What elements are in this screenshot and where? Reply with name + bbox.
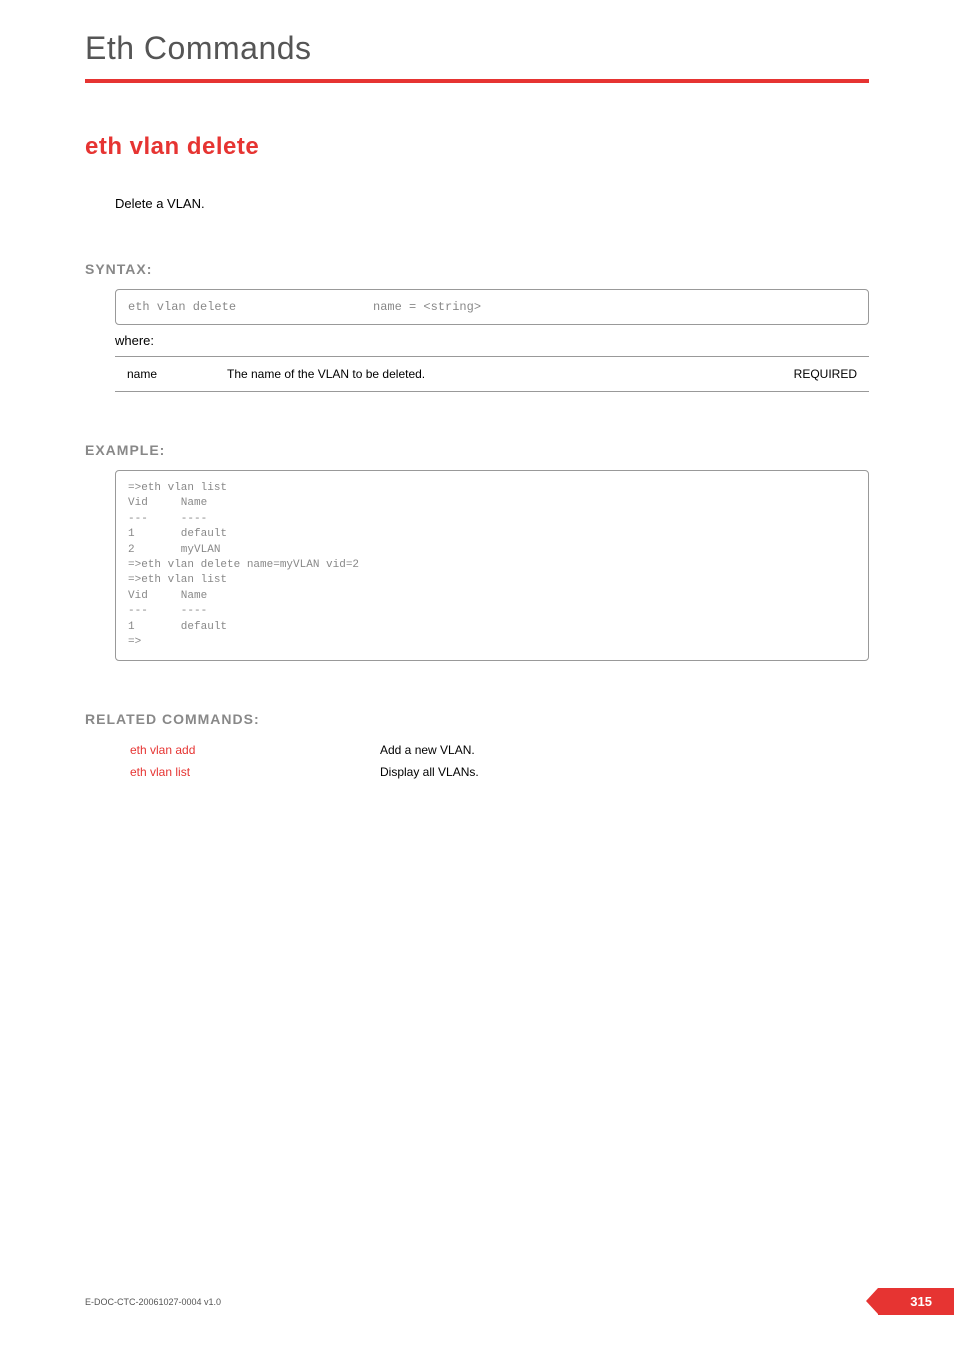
related-table: eth vlan add Add a new VLAN. eth vlan li… <box>130 739 479 783</box>
example-heading: EXAMPLE: <box>85 442 869 458</box>
related-description: Display all VLANs. <box>380 761 479 783</box>
command-description: Delete a VLAN. <box>115 196 869 211</box>
where-label: where: <box>115 333 869 348</box>
param-required: REQUIRED <box>769 357 869 392</box>
param-name: name <box>115 357 215 392</box>
param-table: name The name of the VLAN to be deleted.… <box>115 356 869 392</box>
related-command: eth vlan add <box>130 739 380 761</box>
footer-doc-id: E-DOC-CTC-20061027-0004 v1.0 <box>85 1297 221 1307</box>
syntax-command: eth vlan delete <box>128 300 373 314</box>
syntax-box: eth vlan delete name = <string> <box>115 289 869 325</box>
header-rule <box>85 79 869 83</box>
footer: E-DOC-CTC-20061027-0004 v1.0 315 <box>0 1288 954 1315</box>
example-box: =>eth vlan list Vid Name --- ---- 1 defa… <box>115 470 869 661</box>
table-row: eth vlan add Add a new VLAN. <box>130 739 479 761</box>
related-command: eth vlan list <box>130 761 380 783</box>
syntax-heading: SYNTAX: <box>85 261 869 277</box>
related-description: Add a new VLAN. <box>380 739 479 761</box>
syntax-args: name = <string> <box>373 300 481 314</box>
header-title: Eth Commands <box>85 30 869 67</box>
table-row: name The name of the VLAN to be deleted.… <box>115 357 869 392</box>
related-heading: RELATED COMMANDS: <box>85 711 869 727</box>
page-number: 315 <box>878 1288 954 1315</box>
command-title: eth vlan delete <box>85 133 869 161</box>
param-description: The name of the VLAN to be deleted. <box>215 357 769 392</box>
table-row: eth vlan list Display all VLANs. <box>130 761 479 783</box>
